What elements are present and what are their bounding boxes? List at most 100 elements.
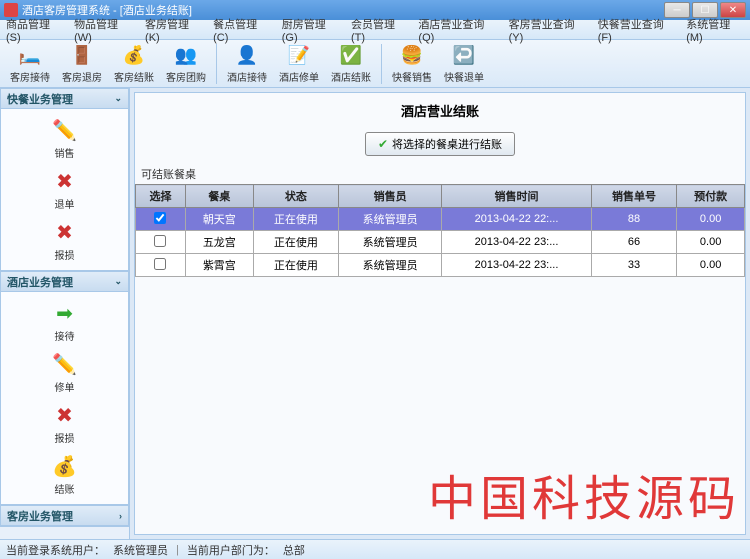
cell-prepay: 0.00	[677, 254, 745, 277]
menu-item-7[interactable]: 客房营业查询(Y)	[509, 16, 586, 44]
cell-order: 88	[591, 208, 676, 231]
toolbar: 🛏️ 客房接待 🚪客房退房 💰 客房结账 👥客房团购 👤 酒店接待 📝 酒店修单 ✅ 酒店结账 🍔 快餐销…	[0, 40, 750, 88]
status-user-label: 当前登录系统用户：	[6, 542, 105, 558]
sidebar-icon: ➡	[52, 300, 78, 326]
column-header[interactable]: 销售时间	[442, 185, 592, 208]
accordion-header-2[interactable]: 客房业务管理 ›	[1, 506, 128, 526]
toolbar-icon: 🚪	[70, 43, 94, 67]
menu-item-1[interactable]: 物品管理(W)	[74, 16, 133, 44]
toolbar-icon: ✅	[339, 43, 363, 67]
toolbar-快餐销售[interactable]: 🍔 快餐销售	[386, 42, 438, 86]
menu-item-6[interactable]: 酒店营业查询(Q)	[418, 16, 496, 44]
sidebar-item-报损[interactable]: ✖ 报损	[40, 217, 90, 264]
table-row[interactable]: 紫霄宫 正在使用 系统管理员 2013-04-22 23:... 33 0.00	[136, 254, 745, 277]
sidebar-label: 接待	[55, 328, 75, 343]
toolbar-label: 快餐退单	[444, 69, 484, 84]
sidebar-icon: ✏️	[52, 351, 78, 377]
sidebar-label: 退单	[55, 196, 75, 211]
column-header[interactable]: 销售员	[339, 185, 442, 208]
menu-item-3[interactable]: 餐点管理(C)	[213, 16, 270, 44]
row-checkbox[interactable]	[154, 258, 166, 270]
sidebar-item-销售[interactable]: ✏️ 销售	[40, 115, 90, 162]
sidebar-item-报损[interactable]: ✖报损	[40, 400, 90, 447]
column-header[interactable]: 餐桌	[185, 185, 253, 208]
cell-prepay: 0.00	[677, 208, 745, 231]
sidebar-icon: ✏️	[52, 117, 78, 143]
column-header[interactable]: 状态	[253, 185, 338, 208]
menu-item-8[interactable]: 快餐营业查询(F)	[598, 16, 674, 44]
sidebar-item-修单[interactable]: ✏️修单	[40, 349, 90, 396]
sidebar-item-接待[interactable]: ➡ 接待	[40, 298, 90, 345]
toolbar-label: 客房结账	[114, 69, 154, 84]
toolbar-客房团购[interactable]: 👥客房团购	[160, 42, 212, 86]
column-header[interactable]: 销售单号	[591, 185, 676, 208]
cell-prepay: 0.00	[677, 231, 745, 254]
sidebar-item-退单[interactable]: ✖退单	[40, 166, 90, 213]
menu-item-0[interactable]: 商品管理(S)	[6, 16, 62, 44]
sidebar-icon: ✖	[52, 219, 78, 245]
sidebar-icon: ✖	[52, 402, 78, 428]
toolbar-客房结账[interactable]: 💰 客房结账	[108, 42, 160, 86]
cell-time: 2013-04-22 23:...	[442, 254, 592, 277]
toolbar-icon: 👤	[235, 43, 259, 67]
toolbar-label: 客房接待	[10, 69, 50, 84]
cell-status: 正在使用	[253, 254, 338, 277]
cell-seller: 系统管理员	[339, 231, 442, 254]
checkout-button[interactable]: ✔ 将选择的餐桌进行结账	[365, 132, 515, 156]
page-title: 酒店营业结账	[135, 93, 745, 128]
table-row[interactable]: 五龙宫 正在使用 系统管理员 2013-04-22 23:... 66 0.00	[136, 231, 745, 254]
accordion-title: 酒店业务管理	[7, 274, 73, 290]
accordion-title: 客房业务管理	[7, 508, 73, 524]
status-dept-label: 当前用户部门为：	[187, 542, 275, 558]
chevron-icon: ›	[119, 511, 122, 521]
cell-time: 2013-04-22 22:...	[442, 208, 592, 231]
row-checkbox[interactable]	[154, 212, 166, 224]
toolbar-icon: 💰	[122, 43, 146, 67]
toolbar-icon: 🛏️	[18, 43, 42, 67]
toolbar-label: 快餐销售	[392, 69, 432, 84]
table-row[interactable]: 朝天宫 正在使用 系统管理员 2013-04-22 22:... 88 0.00	[136, 208, 745, 231]
check-icon: ✔	[378, 137, 388, 151]
cell-time: 2013-04-22 23:...	[442, 231, 592, 254]
accordion-header-0[interactable]: 快餐业务管理⌄	[1, 89, 128, 109]
toolbar-客房退房[interactable]: 🚪客房退房	[56, 42, 108, 86]
sidebar: 快餐业务管理⌄✏️销售✖退单✖报损酒店业务管理⌄➡接待✏️修单✖报损💰结账客房业…	[0, 88, 130, 539]
toolbar-separator	[381, 44, 382, 84]
row-checkbox[interactable]	[154, 235, 166, 247]
sidebar-item-结账[interactable]: 💰结账	[40, 451, 90, 498]
sidebar-label: 报损	[55, 247, 75, 262]
menu-item-5[interactable]: 会员管理(T)	[351, 16, 406, 44]
toolbar-label: 酒店接待	[227, 69, 267, 84]
toolbar-客房接待[interactable]: 🛏️ 客房接待	[4, 42, 56, 86]
column-header[interactable]: 预付款	[677, 185, 745, 208]
toolbar-酒店修单[interactable]: 📝 酒店修单	[273, 42, 325, 86]
toolbar-icon: 📝	[287, 43, 311, 67]
menu-item-4[interactable]: 厨房管理(G)	[282, 16, 339, 44]
accordion-header-1[interactable]: 酒店业务管理⌄	[1, 272, 128, 292]
cell-table: 五龙宫	[185, 231, 253, 254]
cell-status: 正在使用	[253, 231, 338, 254]
toolbar-快餐退单[interactable]: ↩️ 快餐退单	[438, 42, 490, 86]
section-label: 可结账餐桌	[135, 164, 745, 184]
menu-item-9[interactable]: 系统管理(M)	[686, 16, 744, 44]
cell-status: 正在使用	[253, 208, 338, 231]
toolbar-酒店结账[interactable]: ✅ 酒店结账	[325, 42, 377, 86]
toolbar-酒店接待[interactable]: 👤 酒店接待	[221, 42, 273, 86]
cell-table: 紫霄宫	[185, 254, 253, 277]
sidebar-icon: 💰	[52, 453, 78, 479]
toolbar-label: 酒店结账	[331, 69, 371, 84]
menu-item-2[interactable]: 客房管理(K)	[145, 16, 201, 44]
cell-seller: 系统管理员	[339, 254, 442, 277]
cell-order: 33	[591, 254, 676, 277]
toolbar-separator	[216, 44, 217, 84]
sidebar-label: 销售	[55, 145, 75, 160]
toolbar-icon: ↩️	[452, 43, 476, 67]
toolbar-label: 客房团购	[166, 69, 206, 84]
data-grid[interactable]: 选择餐桌状态销售员销售时间销售单号预付款 朝天宫 正在使用 系统管理员 2013…	[135, 184, 745, 534]
column-header[interactable]: 选择	[136, 185, 186, 208]
status-user: 系统管理员	[113, 542, 168, 558]
toolbar-icon: 🍔	[400, 43, 424, 67]
accordion-title: 快餐业务管理	[7, 91, 73, 107]
toolbar-label: 酒店修单	[279, 69, 319, 84]
content-area: 酒店营业结账 ✔ 将选择的餐桌进行结账 可结账餐桌 选择餐桌状态销售员销售时间销…	[130, 88, 750, 539]
